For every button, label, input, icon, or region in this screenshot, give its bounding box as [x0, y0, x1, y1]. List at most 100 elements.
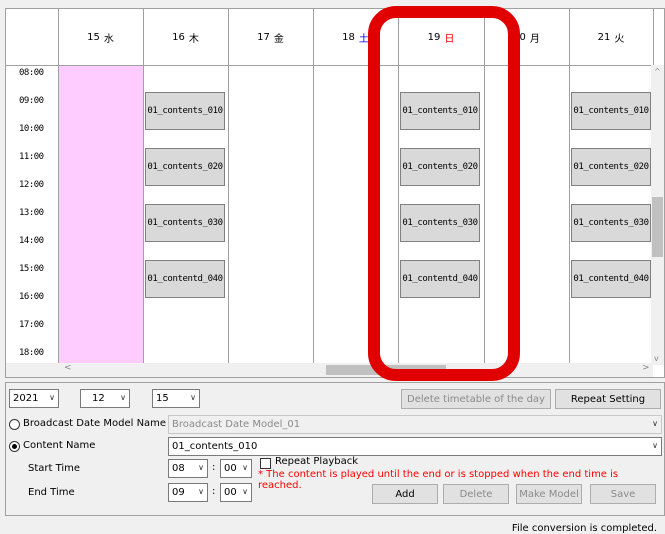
edit-panel: 2021 ∨ 12 ∨ 15 ∨ Delete timetable of the da… [5, 382, 665, 516]
start-hour-select[interactable]: 08 ∨ [168, 459, 208, 478]
vertical-scroll-thumb[interactable] [652, 197, 663, 257]
time-label: 12:00 [19, 180, 44, 190]
program-block[interactable]: 01_contents_010 [400, 92, 480, 130]
time-label: 11:00 [19, 152, 44, 162]
day-header-21: 21 火 [569, 9, 653, 65]
month-value: 12 [92, 393, 105, 404]
program-block[interactable]: 01_contentd_040 [145, 260, 225, 298]
day-header-20: 20 月 [484, 9, 569, 65]
program-block[interactable]: 01_contents_030 [145, 204, 225, 242]
horizontal-scroll-thumb[interactable] [326, 365, 446, 375]
day-number: 20 [513, 31, 526, 43]
chevron-down-icon: ∨ [190, 393, 196, 402]
month-select[interactable]: 12 ∨ [80, 389, 130, 408]
save-label: Save [610, 488, 636, 500]
content-name-value: 01_contents_010 [172, 441, 258, 452]
day-header-15: 15 水 [58, 9, 143, 65]
program-block[interactable]: 01_contentd_040 [400, 260, 480, 298]
day-of-week: 日 [444, 33, 455, 45]
content-name-radio[interactable] [9, 441, 20, 452]
broadcast-model-radio[interactable] [9, 419, 20, 430]
end-hour-value: 09 [172, 487, 185, 498]
scroll-up-icon[interactable]: ^ [654, 67, 661, 76]
day-of-week: 土 [358, 33, 369, 45]
add-button[interactable]: Add [372, 484, 438, 504]
day-value: 15 [156, 393, 169, 404]
content-name-label: Content Name [23, 440, 96, 451]
start-minute-select[interactable]: 00 ∨ [220, 459, 252, 478]
scroll-down-icon[interactable]: v [654, 354, 659, 363]
column-divider [484, 9, 485, 365]
day-header-19: 19 日 [398, 9, 484, 65]
end-minute-select[interactable]: 00 ∨ [220, 483, 252, 502]
program-block[interactable]: 01_contents_010 [571, 92, 651, 130]
time-separator: : [212, 462, 216, 473]
program-block[interactable]: 01_contents_020 [571, 148, 651, 186]
program-block[interactable]: 01_contents_010 [145, 92, 225, 130]
chevron-down-icon: ∨ [242, 463, 248, 472]
vertical-scrollbar[interactable]: ^ v [651, 65, 664, 365]
broadcast-model-value: Broadcast Date Model_01 [172, 419, 301, 430]
time-label: 17:00 [19, 320, 44, 330]
content-name-select[interactable]: 01_contents_010 ∨ [168, 437, 662, 456]
column-divider [398, 9, 399, 365]
day-header-16: 16 木 [143, 9, 228, 65]
year-select[interactable]: 2021 ∨ [9, 389, 59, 408]
repeat-setting-button[interactable]: Repeat Setting [555, 389, 661, 409]
status-bar-text: File conversion is completed. [511, 523, 657, 534]
time-label: 15:00 [19, 264, 44, 274]
horizontal-scrollbar[interactable]: < > [6, 363, 653, 377]
column-divider [228, 9, 229, 365]
chevron-down-icon: ∨ [198, 487, 204, 496]
day-number: 21 [597, 31, 611, 43]
day-header-17: 17 金 [228, 9, 313, 65]
day-number: 18 [342, 31, 355, 43]
end-hour-select[interactable]: 09 ∨ [168, 483, 208, 502]
delete-button[interactable]: Delete [443, 484, 509, 504]
time-label: 08:00 [19, 68, 44, 78]
column-divider [569, 9, 570, 365]
day-number: 19 [427, 31, 441, 43]
day-select[interactable]: 15 ∨ [152, 389, 200, 408]
chevron-down-icon: ∨ [652, 419, 658, 428]
delete-day-timetable-button[interactable]: Delete timetable of the day [401, 389, 551, 409]
day-of-week: 金 [273, 33, 284, 45]
column-divider [58, 9, 59, 365]
scroll-right-icon[interactable]: > [642, 363, 650, 373]
timetable-calendar[interactable]: 15 水 16 木 17 金 18 土 19 日 20 月 21 火 08:00 09:00 10:00 11:… [5, 8, 665, 378]
column-divider [313, 9, 314, 365]
time-label: 09:00 [19, 96, 44, 106]
program-block[interactable]: 01_contents_030 [571, 204, 651, 242]
program-block[interactable]: 01_contents_030 [400, 204, 480, 242]
chevron-down-icon: ∨ [49, 393, 55, 402]
program-block[interactable]: 01_contentd_040 [571, 260, 651, 298]
program-block[interactable]: 01_contents_020 [145, 148, 225, 186]
today-column-highlight [58, 66, 143, 365]
broadcast-model-select[interactable]: Broadcast Date Model_01 ∨ [168, 415, 662, 434]
end-minute-value: 00 [224, 487, 237, 498]
day-header-18: 18 土 [313, 9, 398, 65]
chevron-down-icon: ∨ [198, 463, 204, 472]
add-label: Add [395, 488, 415, 500]
start-time-label: Start Time [28, 463, 81, 474]
delete-label: Delete [459, 488, 493, 500]
save-button[interactable]: Save [590, 484, 656, 504]
make-model-button[interactable]: Make Model [516, 484, 582, 504]
year-value: 2021 [13, 393, 39, 404]
day-of-week: 水 [103, 33, 114, 45]
scroll-left-icon[interactable]: < [64, 363, 72, 373]
day-of-week: 木 [188, 33, 199, 45]
day-of-week: 火 [614, 33, 625, 45]
chevron-down-icon: ∨ [120, 393, 126, 402]
day-number: 16 [172, 31, 185, 43]
time-label: 14:00 [19, 236, 44, 246]
time-label: 13:00 [19, 208, 44, 218]
broadcast-model-label: Broadcast Date Model Name [23, 418, 167, 429]
time-label: 16:00 [19, 292, 44, 302]
make-model-label: Make Model [519, 488, 579, 500]
repeat-playback-checkbox[interactable] [260, 458, 271, 469]
day-number: 15 [87, 31, 100, 43]
chevron-down-icon: ∨ [242, 487, 248, 496]
start-hour-value: 08 [172, 463, 185, 474]
program-block[interactable]: 01_contents_020 [400, 148, 480, 186]
